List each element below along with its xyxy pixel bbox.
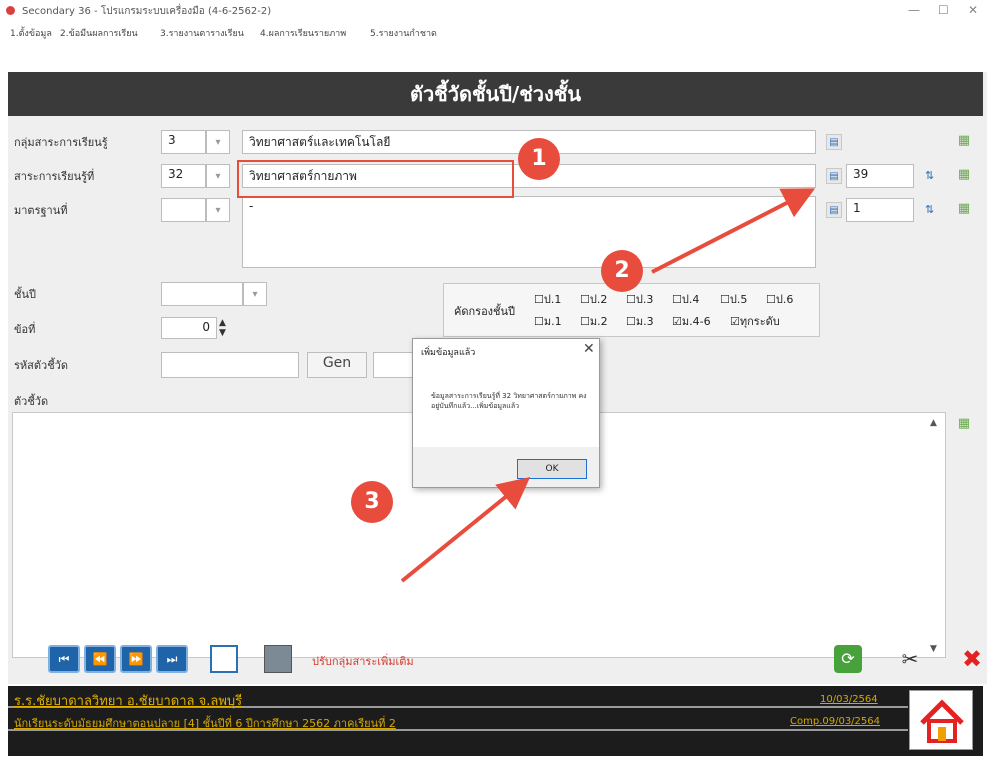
annotation-arrows xyxy=(400,188,816,583)
home-button[interactable] xyxy=(909,690,973,750)
class-info: นักเรียนระดับมัธยมศึกษาตอนปลาย [4] ชั้นป… xyxy=(14,717,396,730)
compile-date: Comp.09/03/2564 xyxy=(790,716,881,727)
home-icon xyxy=(920,699,964,743)
arrow-2 xyxy=(651,188,816,274)
current-date: 10/03/2564 xyxy=(820,694,878,705)
school-name: ร.ร.ชัยบาดาลวิทยา อ.ชัยบาดาล จ.ลพบุรี xyxy=(14,694,243,709)
arrow-3 xyxy=(400,476,531,583)
